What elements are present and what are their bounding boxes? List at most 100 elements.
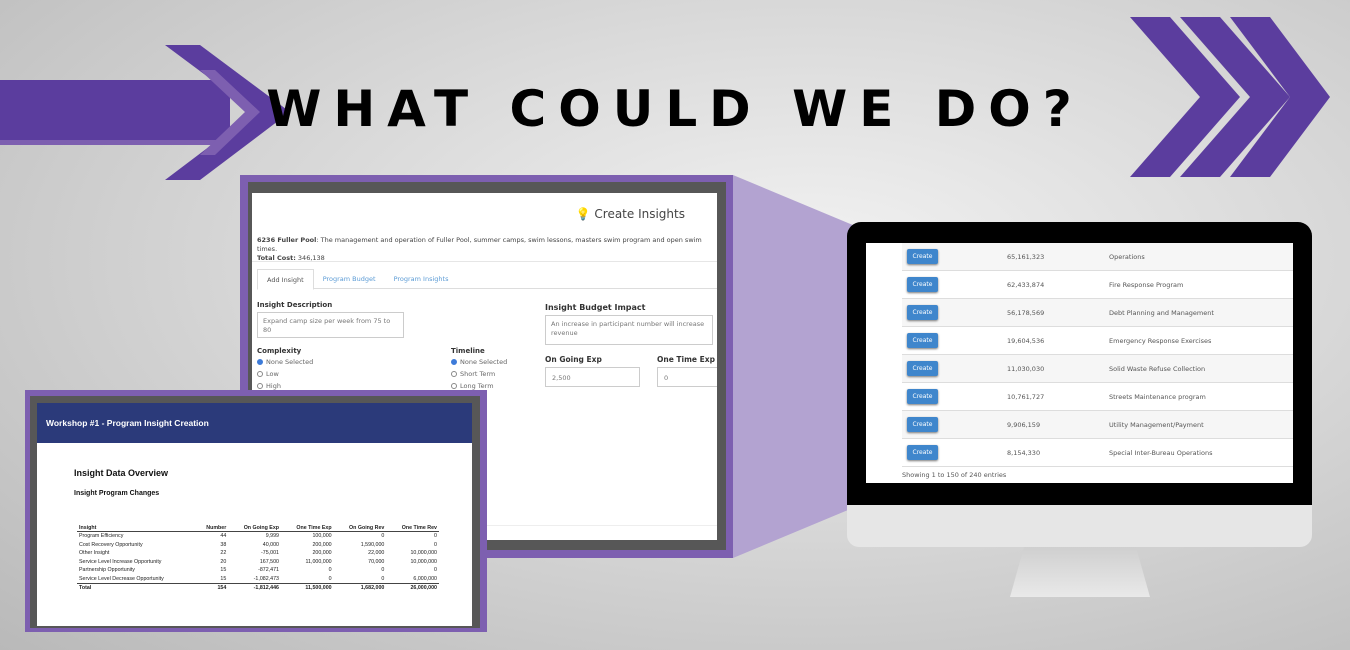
table-cell: 9,999 bbox=[265, 533, 279, 539]
create-button[interactable]: Create bbox=[907, 333, 938, 348]
program-amount: 62,433,874 bbox=[1007, 280, 1045, 289]
create-button[interactable]: Create bbox=[907, 445, 938, 460]
entries-count: Showing 1 to 150 of 240 entries bbox=[902, 471, 1007, 479]
program-amount: 9,906,159 bbox=[1007, 420, 1041, 429]
table-row: Create 8,154,330 Special Inter-Bureau Oper… bbox=[902, 439, 1293, 467]
ongoing-exp-label: On Going Exp bbox=[545, 355, 602, 364]
table-cell: 15 bbox=[220, 575, 227, 582]
table-row: Create 11,030,030 Solid Waste Refuse Colle… bbox=[902, 355, 1293, 383]
timeline-short-radio[interactable]: Short Term bbox=[451, 370, 495, 378]
table-cell: 0 bbox=[328, 575, 332, 582]
complexity-none-radio[interactable]: None Selected bbox=[257, 358, 313, 366]
program-name: Operations bbox=[1109, 252, 1145, 261]
insight-description-label: Insight Description bbox=[257, 301, 333, 309]
table-cell: 200,000 bbox=[312, 550, 332, 556]
table-cell: 15 bbox=[220, 567, 227, 573]
tab-bar: Add Insight Program Budget Program Insig… bbox=[257, 269, 717, 290]
table-cell: 20 bbox=[220, 558, 227, 565]
table-cell: 100,000 bbox=[312, 533, 332, 539]
table-row: Create 9,906,159 Utility Management/Paymen… bbox=[902, 411, 1293, 439]
table-cell: 70,000 bbox=[368, 558, 385, 565]
table-cell: 0 bbox=[381, 575, 385, 582]
total-cell: -1,812,446 bbox=[228, 583, 281, 593]
table-cell: 167,500 bbox=[259, 558, 279, 565]
insight-description-input[interactable]: Expand camp size per week from 75 to 80 bbox=[257, 312, 404, 338]
total-cell: Total bbox=[77, 583, 197, 593]
table-cell: -75,001 bbox=[261, 550, 279, 556]
timeline-label: Timeline bbox=[451, 347, 485, 355]
table-row: Program Efficiency 44 9,999 100,000 0 0 bbox=[77, 532, 439, 541]
table-cell: -1,082,473 bbox=[253, 575, 279, 582]
program-name: Debt Planning and Management bbox=[1109, 308, 1214, 317]
complexity-label: Complexity bbox=[257, 347, 302, 355]
table-row: Create 19,604,536 Emergency Response Exerc… bbox=[902, 327, 1293, 355]
program-name: Utility Management/Payment bbox=[1109, 420, 1204, 429]
program-name: Fire Response Program bbox=[1109, 280, 1184, 289]
program-description: 6236 Fuller Pool: The management and ope… bbox=[257, 236, 712, 263]
program-amount: 8,154,330 bbox=[1007, 448, 1041, 457]
one-time-exp-label: One Time Exp bbox=[657, 355, 715, 364]
table-cell: 11,000,000 bbox=[305, 558, 332, 565]
table-cell: 1,590,000 bbox=[360, 541, 385, 548]
create-button[interactable]: Create bbox=[907, 249, 938, 264]
table-cell: 0 bbox=[434, 541, 437, 548]
table-row: Create 62,433,874 Fire Response Program bbox=[902, 271, 1293, 299]
monitor-chin bbox=[847, 505, 1312, 547]
table-cell: Service Level Increase Opportunity bbox=[79, 558, 162, 565]
table-row: Cost Recovery Opportunity 38 40,000 200,000… bbox=[77, 541, 439, 550]
table-cell: Other Insight bbox=[79, 550, 110, 556]
panel-header: 💡 Create Insights bbox=[576, 207, 685, 221]
table-cell: 0 bbox=[381, 567, 385, 573]
budget-impact-label: Insight Budget Impact bbox=[545, 303, 646, 312]
table-cell: 0 bbox=[434, 567, 437, 573]
timeline-none-radio[interactable]: None Selected bbox=[451, 358, 507, 366]
ongoing-exp-input[interactable]: 2,500 bbox=[545, 367, 640, 387]
table-cell: Program Efficiency bbox=[79, 533, 124, 539]
table-cell: 6,000,000 bbox=[413, 575, 437, 582]
table-row: Service Level Decrease Opportunity 15 -1,0… bbox=[77, 575, 439, 584]
create-button[interactable]: Create bbox=[907, 417, 938, 432]
total-cell: 1,682,000 bbox=[333, 583, 387, 593]
program-desc-text: : The management and operation of Fuller… bbox=[257, 236, 702, 253]
complexity-low-radio[interactable]: Low bbox=[257, 370, 279, 378]
lightbulb-icon: 💡 bbox=[575, 207, 591, 221]
complexity-high-radio[interactable]: High bbox=[257, 382, 281, 390]
table-row: Other Insight 22 -75,001 200,000 22,000 10,00… bbox=[77, 549, 439, 558]
report-title: Insight Data Overview bbox=[74, 468, 169, 478]
table-cell: 22 bbox=[220, 550, 227, 556]
table-row: Create 10,761,727 Streets Maintenance prog… bbox=[902, 383, 1293, 411]
tab-program-insights[interactable]: Program Insights bbox=[385, 269, 458, 288]
table-cell: 40,000 bbox=[262, 541, 279, 548]
header-text: Create Insights bbox=[594, 207, 685, 221]
program-name: Special Inter-Bureau Operations bbox=[1109, 448, 1213, 457]
budget-impact-input[interactable]: An increase in participant number will i… bbox=[545, 315, 713, 345]
table-cell: 200,000 bbox=[312, 541, 332, 548]
create-button[interactable]: Create bbox=[907, 305, 938, 320]
one-time-exp-input[interactable]: 0 bbox=[657, 367, 717, 387]
table-row: Create 65,161,323 Operations bbox=[902, 243, 1293, 271]
total-cell: 26,000,000 bbox=[386, 583, 439, 593]
total-cell: 154 bbox=[196, 583, 229, 593]
program-amount: 10,761,727 bbox=[1007, 392, 1045, 401]
program-amount: 65,161,323 bbox=[1007, 252, 1045, 261]
table-cell: 22,000 bbox=[368, 550, 385, 556]
create-button[interactable]: Create bbox=[907, 277, 938, 292]
tab-add-insight[interactable]: Add Insight bbox=[257, 269, 314, 290]
table-cell: 0 bbox=[381, 533, 385, 539]
table-cell: 10,000,000 bbox=[410, 558, 437, 565]
total-cell: 11,500,000 bbox=[281, 583, 334, 593]
timeline-long-radio[interactable]: Long Term bbox=[451, 382, 494, 390]
report-header: Workshop #1 - Program Insight Creation bbox=[37, 403, 472, 443]
create-button[interactable]: Create bbox=[907, 389, 938, 404]
program-name: Streets Maintenance program bbox=[1109, 392, 1206, 401]
table-cell: 0 bbox=[434, 533, 437, 539]
report-subtitle: Insight Program Changes bbox=[74, 490, 160, 497]
program-name: 6236 Fuller Pool bbox=[257, 236, 317, 244]
program-amount: 56,178,569 bbox=[1007, 308, 1045, 317]
table-cell: 38 bbox=[220, 541, 227, 548]
table-row: Service Level Increase Opportunity 20 167,… bbox=[77, 558, 439, 567]
tab-program-budget[interactable]: Program Budget bbox=[314, 269, 385, 288]
monitor-stand bbox=[1010, 547, 1150, 597]
program-name: Emergency Response Exercises bbox=[1109, 336, 1212, 345]
create-button[interactable]: Create bbox=[907, 361, 938, 376]
